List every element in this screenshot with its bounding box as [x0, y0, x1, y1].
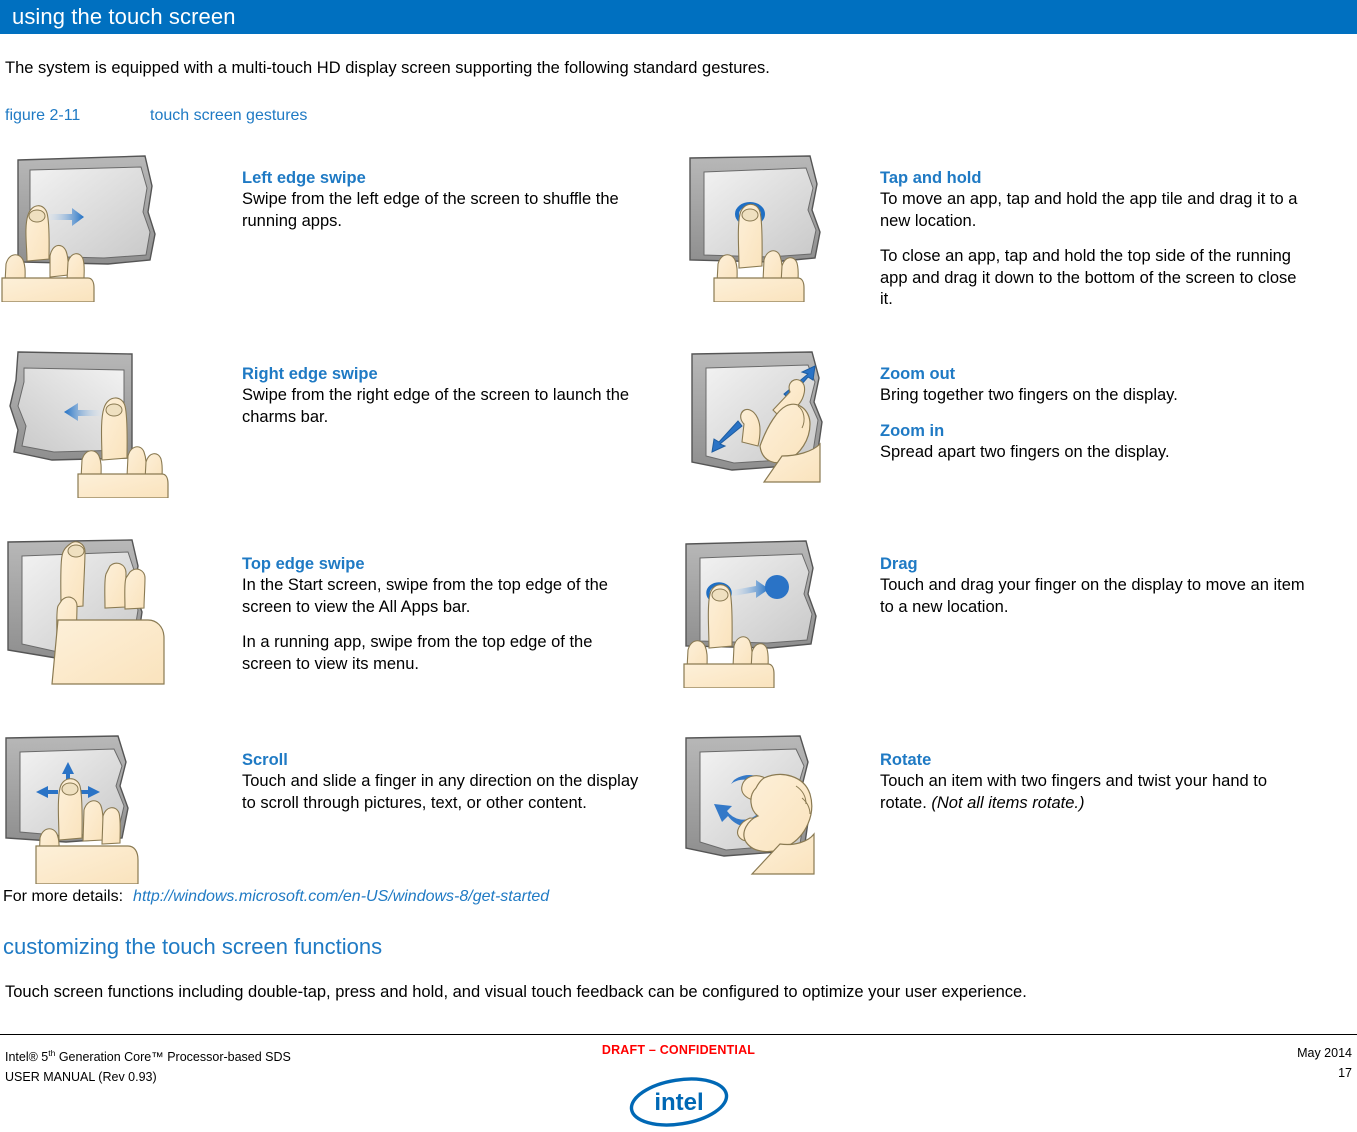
top-edge-swipe-icon: [0, 538, 190, 688]
gesture-row: Scroll Touch and slide a finger in any d…: [0, 734, 1357, 904]
gesture-description-note: (Not all items rotate.): [931, 793, 1085, 812]
gesture-row: Left edge swipe Swipe from the left edge…: [0, 152, 1357, 348]
gesture-description: Touch and drag your finger on the displa…: [880, 576, 1305, 616]
gesture-description-2: Spread apart two fingers on the display.: [880, 442, 1170, 461]
gesture-description: Touch and slide a finger in any directio…: [242, 772, 639, 812]
gesture-description: Touch an item with two fingers and twist…: [880, 771, 1310, 814]
gesture-description: Bring together two fingers on the displa…: [880, 386, 1178, 404]
footer-date: May 2014: [1297, 1046, 1352, 1060]
gesture-description-2: In a running app, swipe from the top edg…: [242, 633, 593, 673]
gesture-title: Rotate: [880, 751, 932, 769]
zoom-pinch-icon: [672, 348, 862, 498]
gesture-text: Top edge swipe In the Start screen, swip…: [242, 554, 642, 675]
right-edge-swipe-icon: [0, 348, 190, 498]
gesture-description: To move an app, tap and hold the app til…: [880, 190, 1298, 230]
section-header-bar: using the touch screen: [0, 0, 1357, 34]
gesture-row: Top edge swipe In the Start screen, swip…: [0, 538, 1357, 734]
sub-section-paragraph: Touch screen functions including double-…: [5, 983, 1027, 1001]
gesture-text: Left edge swipe Swipe from the left edge…: [242, 168, 642, 232]
gesture-description: Swipe from the left edge of the screen t…: [242, 190, 619, 230]
more-details-link[interactable]: http://windows.microsoft.com/en-US/windo…: [133, 888, 549, 906]
figure-number: figure 2-11: [5, 107, 81, 124]
rotate-icon: [672, 734, 862, 884]
gesture-title: Top edge swipe: [242, 555, 365, 573]
gesture-text: Zoom out Bring together two fingers on t…: [880, 364, 1310, 463]
gesture-description: In the Start screen, swipe from the top …: [242, 576, 608, 616]
gesture-text: Scroll Touch and slide a finger in any d…: [242, 750, 642, 814]
more-details-line: For more details: http://windows.microso…: [3, 888, 549, 906]
footer-divider: [0, 1034, 1357, 1035]
gesture-title: Zoom out: [880, 365, 956, 383]
left-edge-swipe-icon: [0, 152, 190, 302]
gesture-text: Right edge swipe Swipe from the right ed…: [242, 364, 642, 428]
page-title: using the touch screen: [12, 4, 236, 29]
svg-text:intel: intel: [654, 1089, 703, 1116]
gesture-grid: Left edge swipe Swipe from the left edge…: [0, 152, 1357, 904]
figure-caption: figure 2-11 touch screen gestures: [5, 107, 1345, 125]
gesture-title: Right edge swipe: [242, 365, 378, 383]
scroll-icon: [0, 734, 190, 884]
footer-confidential-label: DRAFT – CONFIDENTIAL: [601, 1043, 756, 1057]
tap-and-hold-icon: [672, 152, 862, 302]
gesture-title: Scroll: [242, 751, 288, 769]
gesture-description: Swipe from the right edge of the screen …: [242, 386, 630, 426]
gesture-title: Tap and hold: [880, 169, 982, 187]
gesture-title-2: Zoom in: [880, 421, 945, 440]
footer-right-block: May 2014 17: [1297, 1043, 1352, 1083]
intel-logo: intel: [627, 1076, 731, 1128]
gesture-text: Drag Touch and drag your finger on the d…: [880, 554, 1310, 618]
sub-section-heading: customizing the touch screen functions: [3, 934, 383, 959]
footer-manual-line: USER MANUAL (Rev 0.93): [5, 1070, 157, 1085]
gesture-text: Rotate Touch an item with two fingers an…: [880, 750, 1310, 814]
intro-paragraph: The system is equipped with a multi-touc…: [5, 59, 770, 77]
page-footer: Intel® 5th Generation Core™ Processor-ba…: [0, 1040, 1357, 1132]
footer-page-number: 17: [1338, 1066, 1352, 1080]
gesture-row: Right edge swipe Swipe from the right ed…: [0, 348, 1357, 538]
gesture-description-2: To close an app, tap and hold the top si…: [880, 247, 1297, 308]
figure-title: touch screen gestures: [150, 107, 308, 124]
gesture-title: Drag: [880, 555, 918, 573]
gesture-text: Tap and hold To move an app, tap and hol…: [880, 168, 1310, 311]
gesture-title: Left edge swipe: [242, 169, 366, 187]
drag-icon: [672, 538, 862, 688]
more-details-label: For more details:: [3, 888, 124, 905]
